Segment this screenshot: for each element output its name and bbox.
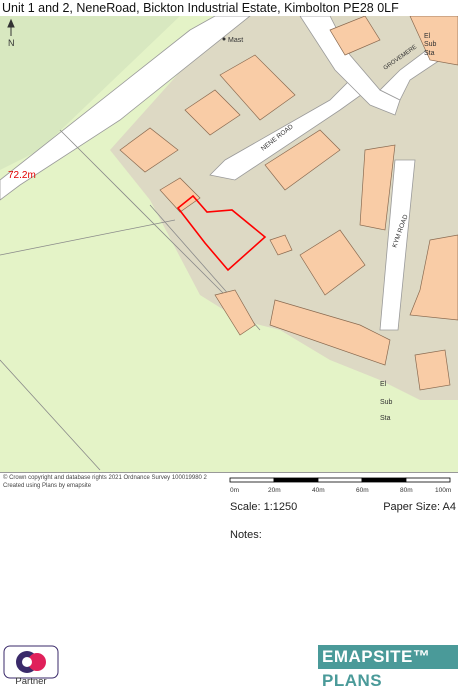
map-title: Unit 1 and 2, NeneRoad, Bickton Industri…	[2, 1, 399, 15]
spot-height-label: 72.2m	[8, 170, 36, 181]
el-sub-sta-label-1a: El	[424, 33, 431, 40]
building	[414, 349, 451, 391]
north-label: N	[8, 38, 15, 48]
os-partner-label: Partner	[15, 676, 47, 687]
copyright-notice: © Crown copyright and database rights 20…	[3, 475, 207, 489]
scale-tick-20: 20m	[268, 487, 281, 494]
el-sub-sta-label-1b: Sub	[424, 41, 437, 48]
scale-bar: 0m 20m 40m 60m 80m 100m	[228, 476, 456, 503]
scale-tick-0: 0m	[230, 487, 239, 494]
notes-label: Notes:	[230, 529, 262, 541]
mast-label: Mast	[228, 37, 243, 44]
el-sub-sta-label-1c: Sta	[424, 50, 435, 57]
scale-tick-100: 100m	[435, 487, 451, 494]
el-sub-sta-label-2a: El	[380, 381, 387, 388]
emapsite-logo: EMAPSITE™ PLANS	[318, 645, 458, 693]
scale-tick-40: 40m	[312, 487, 325, 494]
el-sub-sta-label-2b: Sub	[380, 399, 393, 406]
scale-tick-60: 60m	[356, 487, 369, 494]
scale-tick-80: 80m	[400, 487, 413, 494]
scale-label: Scale: 1:1250	[230, 501, 298, 513]
emapsite-logo-bottom: PLANS	[318, 669, 458, 693]
mast-marker-icon	[222, 37, 226, 41]
emapsite-logo-top: EMAPSITE™	[318, 645, 458, 669]
map-view[interactable]: N Mast NENE ROAD KYM ROAD GROVEMERE El S…	[0, 16, 458, 473]
paper-size-label: Paper Size: A4	[383, 501, 456, 513]
el-sub-sta-label-2c: Sta	[380, 415, 391, 422]
